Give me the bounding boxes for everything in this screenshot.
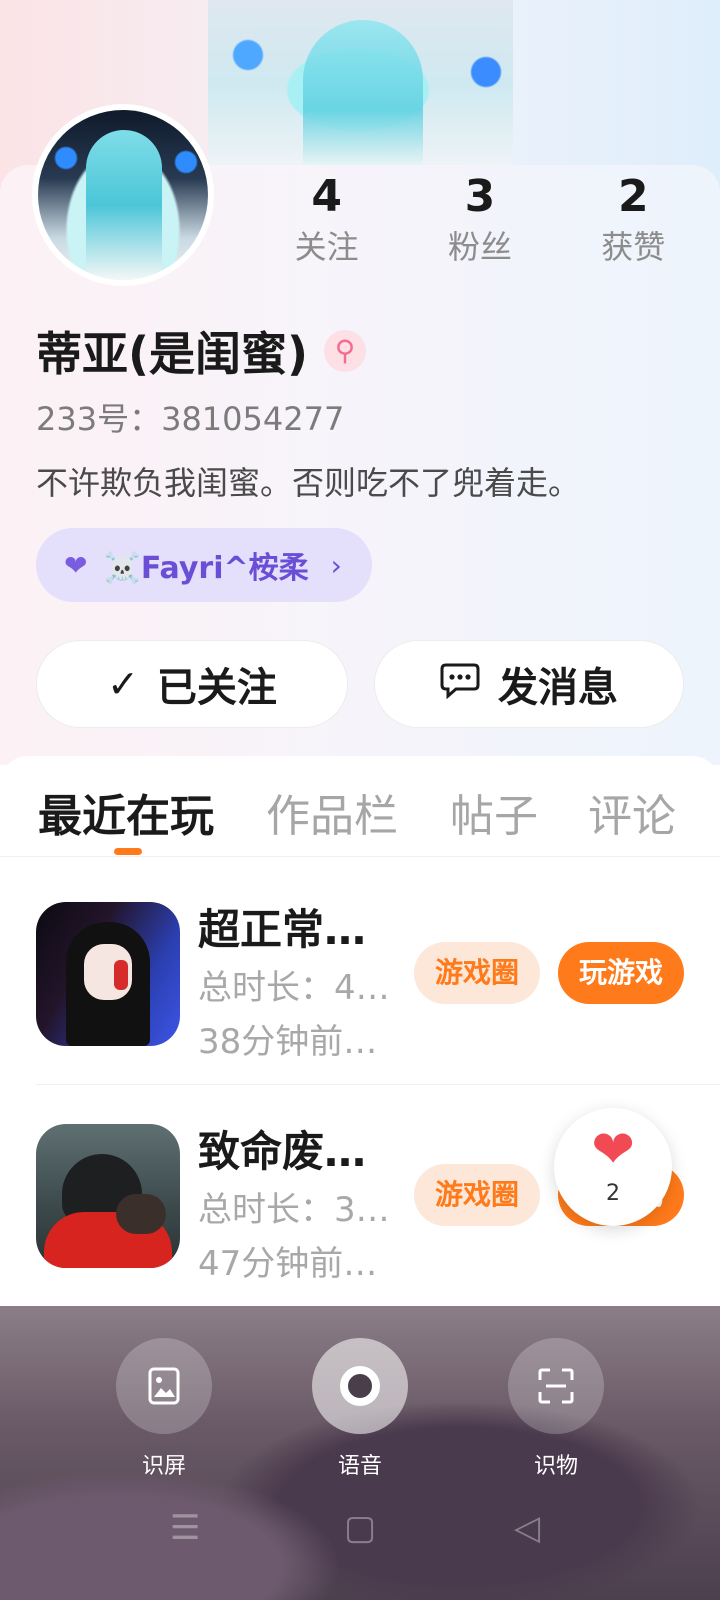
game-last-played: 47分钟前…: [198, 1244, 378, 1284]
send-message-label: 发消息: [498, 665, 618, 711]
stat-followers-count: 3: [464, 171, 496, 222]
close-friend-chip[interactable]: ❤ ☠️Fayri^桉柔 ›: [36, 528, 372, 602]
system-nav-bar: ☰ ▢ ◁: [0, 1508, 720, 1568]
screen-recognition-button[interactable]: 识屏: [116, 1338, 212, 1480]
screen-recognition-label: 识屏: [141, 1454, 186, 1479]
scan-icon: [508, 1338, 604, 1434]
voice-button[interactable]: 语音: [312, 1338, 408, 1480]
game-duration: 总时长：3…: [198, 1190, 390, 1230]
chat-bubble-icon: [440, 661, 480, 708]
stat-following-label: 关注: [294, 228, 359, 266]
play-game-button[interactable]: 玩游戏: [558, 942, 684, 1004]
profile-bio: 不许欺负我闺蜜。否则吃不了兜着走。: [36, 464, 581, 502]
close-friend-name: ☠️Fayri^桉柔: [103, 551, 309, 586]
heart-icon: ❤: [591, 1120, 635, 1180]
screen-image-icon: [116, 1338, 212, 1434]
game-circle-button[interactable]: 游戏圈: [414, 1164, 540, 1226]
stat-followers-label: 粉丝: [447, 228, 512, 266]
heart-icon: ❤: [64, 548, 88, 582]
menu-icon[interactable]: ☰: [170, 1508, 200, 1548]
like-count: 2: [606, 1181, 620, 1206]
tab-comments[interactable]: 评论: [588, 780, 676, 844]
stat-likes-label: 获赞: [601, 228, 666, 266]
object-recognition-button[interactable]: 识物: [508, 1338, 604, 1480]
voice-label: 语音: [337, 1454, 382, 1479]
tab-works[interactable]: 作品栏: [266, 780, 398, 844]
assistant-overlay: 识屏 语音 识物 ☰ ▢ ◁: [0, 1306, 720, 1600]
stat-followers[interactable]: 3 粉丝: [410, 170, 550, 280]
chevron-right-icon: ›: [330, 548, 342, 582]
check-icon: ✓: [107, 662, 139, 706]
game-title: 超正常…: [198, 905, 367, 954]
game-icon[interactable]: [36, 902, 180, 1046]
tab-posts[interactable]: 帖子: [450, 780, 538, 844]
avatar[interactable]: [32, 104, 214, 286]
home-icon[interactable]: ▢: [344, 1508, 376, 1548]
banner-cover-image: [208, 0, 513, 170]
stat-following-count: 4: [311, 171, 342, 222]
profile-name: 蒂亚(是闺蜜): [36, 327, 309, 381]
active-tab-indicator: [114, 848, 142, 855]
game-row[interactable]: 超正常… 总时长：4… 38分钟前… 游戏圈 玩游戏: [0, 902, 720, 1072]
profile-tabs: 最近在玩 作品栏 帖子 评论: [0, 780, 720, 850]
send-message-button[interactable]: 发消息: [374, 640, 684, 728]
voice-icon: [312, 1338, 408, 1434]
name-row: 蒂亚(是闺蜜) ⚲: [36, 318, 367, 384]
profile-stats: 4 关注 3 粉丝 2 获赞: [250, 170, 710, 280]
floating-like-button[interactable]: ❤ 2: [554, 1108, 672, 1226]
game-title: 致命废…: [198, 1127, 367, 1176]
female-gender-icon: ⚲: [324, 330, 367, 372]
followed-button-label: 已关注: [156, 665, 277, 711]
game-circle-button[interactable]: 游戏圈: [414, 942, 540, 1004]
profile-uid: 233号：381054277: [36, 400, 345, 438]
row-divider: [36, 1084, 720, 1085]
tab-recently-played[interactable]: 最近在玩: [38, 780, 214, 844]
back-icon[interactable]: ◁: [514, 1508, 540, 1548]
stat-likes-count: 2: [618, 171, 649, 222]
stat-following[interactable]: 4 关注: [257, 170, 397, 280]
game-last-played: 38分钟前…: [198, 1022, 378, 1062]
game-duration: 总时长：4…: [198, 968, 390, 1008]
game-icon[interactable]: [36, 1124, 180, 1268]
followed-button[interactable]: ✓ 已关注: [36, 640, 348, 728]
tabs-divider: [0, 856, 720, 857]
stat-likes[interactable]: 2 获赞: [563, 170, 703, 280]
object-recognition-label: 识物: [533, 1454, 578, 1479]
